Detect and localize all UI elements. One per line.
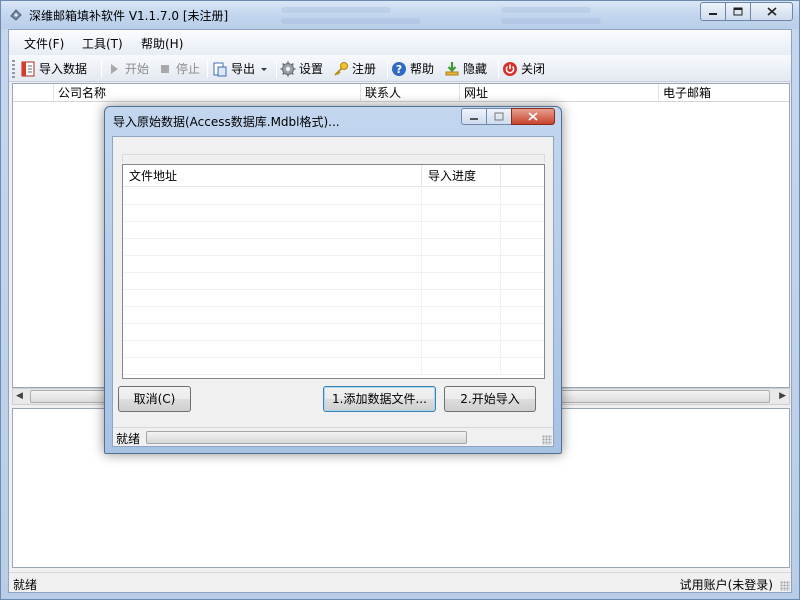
cancel-button[interactable]: 取消(C): [118, 386, 191, 412]
dialog-close-button[interactable]: [511, 108, 555, 125]
menu-tools[interactable]: 工具(T): [82, 35, 123, 52]
export-dropdown-button[interactable]: 导出: [212, 58, 269, 79]
import-dialog: 导入原始数据(Access数据库.Mdbl格式)... 文件地址 导入进度 取消…: [104, 106, 562, 454]
toolbar-separator: [387, 60, 388, 78]
close-icon: [528, 112, 538, 121]
menu-bar: 文件(F) 工具(T) 帮助(H): [9, 30, 791, 55]
dialog-maximize-button[interactable]: [486, 108, 512, 125]
minimize-button[interactable]: [700, 2, 726, 21]
stop-button[interactable]: 停止: [157, 58, 200, 79]
scroll-right-icon[interactable]: ▶: [779, 391, 786, 401]
column-header-import-progress[interactable]: 导入进度: [421, 165, 500, 187]
settings-label: 设置: [299, 62, 324, 76]
list-row: [123, 239, 544, 256]
status-text: 就绪: [13, 578, 38, 592]
exit-label: 关闭: [521, 62, 546, 76]
import-data-label: 导入数据: [39, 62, 88, 76]
file-list-rows: [123, 188, 544, 375]
svg-text:?: ?: [396, 63, 402, 76]
start-label: 开始: [125, 62, 150, 76]
help-label: 帮助: [410, 62, 435, 76]
resize-grip[interactable]: [780, 581, 790, 591]
window-title: 深维邮箱填补软件 V1.1.7.0 [未注册]: [29, 9, 229, 23]
account-status: 试用账户(未登录): [679, 578, 773, 592]
dialog-caption-buttons: [461, 108, 555, 125]
file-list-header: 文件地址 导入进度: [123, 165, 544, 187]
list-row: [123, 273, 544, 290]
list-row: [123, 324, 544, 341]
dialog-status-text: 就绪: [116, 432, 141, 446]
register-label: 注册: [352, 62, 377, 76]
window-caption-buttons: [700, 2, 793, 22]
dialog-title: 导入原始数据(Access数据库.Mdbl格式)...: [113, 115, 340, 129]
dialog-minimize-button[interactable]: [461, 108, 487, 125]
toolbar-separator: [276, 60, 277, 78]
list-row: [123, 188, 544, 205]
file-list[interactable]: 文件地址 导入进度: [122, 164, 545, 379]
menu-help[interactable]: 帮助(H): [141, 35, 183, 52]
list-row: [123, 307, 544, 324]
stop-label: 停止: [176, 62, 201, 76]
dialog-client-area: 文件地址 导入进度 取消(C) 1.添加数据文件... 2.开始导入 就绪: [112, 136, 554, 447]
list-row: [123, 358, 544, 375]
exit-button[interactable]: 关闭: [502, 58, 545, 79]
status-bar: 就绪 试用账户(未登录): [9, 572, 791, 592]
close-button[interactable]: [750, 2, 793, 21]
export-icon: [213, 62, 227, 76]
close-icon: [766, 7, 777, 16]
power-icon: [503, 61, 517, 76]
import-icon: [21, 61, 35, 76]
minimize-icon: [470, 117, 478, 120]
toolbar-separator: [498, 60, 499, 78]
title-bar: 深维邮箱填补软件 V1.1.7.0 [未注册]: [1, 1, 799, 29]
grid-header: 公司名称 联系人 网址 电子邮箱: [13, 84, 789, 102]
import-data-button[interactable]: 导入数据: [20, 58, 87, 79]
chevron-down-icon: [261, 67, 268, 71]
settings-button[interactable]: 设置: [280, 58, 323, 79]
add-data-files-button[interactable]: 1.添加数据文件...: [323, 386, 436, 412]
key-icon: [334, 61, 348, 76]
download-icon: [445, 61, 459, 75]
list-row: [123, 341, 544, 358]
list-row: [123, 290, 544, 307]
gear-icon: [280, 61, 296, 76]
export-label: 导出: [231, 62, 256, 76]
background-window-ghost: [271, 1, 651, 29]
register-button[interactable]: 注册: [333, 58, 376, 79]
menu-file[interactable]: 文件(F): [24, 35, 64, 52]
column-header-filler: [500, 165, 544, 187]
hide-label: 隐藏: [463, 62, 488, 76]
import-progress-bar: [146, 431, 467, 444]
column-header-file-path[interactable]: 文件地址: [123, 165, 421, 187]
toolbar: 导入数据 开始 停止 导出 设置 注册 ? 帮助 隐藏 关闭: [9, 55, 791, 82]
column-header-email[interactable]: 电子邮箱: [658, 84, 789, 102]
column-header-contact[interactable]: 联系人: [360, 84, 459, 102]
maximize-button[interactable]: [725, 2, 751, 21]
dialog-status-bar: 就绪: [113, 427, 553, 446]
help-icon: ?: [392, 61, 406, 76]
list-row: [123, 205, 544, 222]
maximize-icon: [494, 112, 504, 121]
list-row: [123, 256, 544, 273]
column-header-website[interactable]: 网址: [459, 84, 658, 102]
file-group-frame: [122, 154, 545, 162]
toolbar-separator: [101, 60, 102, 78]
toolbar-grip[interactable]: [12, 60, 15, 78]
column-header-company[interactable]: 公司名称: [53, 84, 360, 102]
dialog-resize-grip[interactable]: [542, 435, 552, 445]
start-import-button[interactable]: 2.开始导入: [444, 386, 536, 412]
scroll-left-icon[interactable]: ◀: [16, 391, 23, 401]
hide-button[interactable]: 隐藏: [444, 58, 487, 79]
minimize-icon: [709, 12, 717, 15]
stop-icon: [161, 64, 169, 73]
maximize-icon: [733, 7, 743, 16]
app-icon: [10, 9, 22, 21]
start-button[interactable]: 开始: [106, 58, 149, 79]
toolbar-separator: [207, 60, 208, 78]
list-row: [123, 222, 544, 239]
help-button[interactable]: ? 帮助: [391, 58, 434, 79]
play-icon: [111, 63, 118, 74]
